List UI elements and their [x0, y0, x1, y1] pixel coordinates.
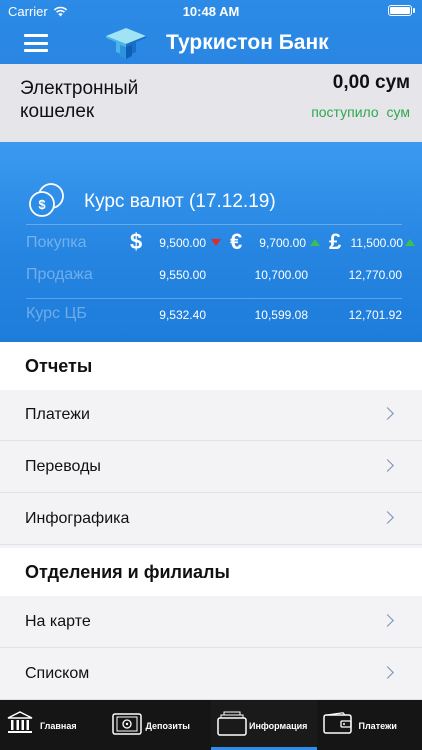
rate-eur-sell: 10,700.00 [254, 268, 308, 282]
coins-icon: $ [29, 183, 64, 217]
rate-usd-sell: 9,550.00 [159, 268, 206, 282]
wallet-label: Электронный кошелек [20, 78, 139, 122]
list-item-list[interactable]: Списком [0, 649, 422, 700]
wallet-amount: 0,00 сум [332, 72, 410, 93]
rate-eur-cb: 10,599.08 [254, 308, 308, 322]
status-time: 10:48 AM [182, 4, 240, 19]
tab-label: Платежи [358, 721, 397, 731]
rate-gbp-buy: 11,500.00 [350, 236, 404, 250]
hamburger-icon [24, 34, 48, 37]
section-title-reports: Отчеты [0, 342, 422, 390]
chevron-right-icon [381, 614, 394, 627]
rate-up-icon [405, 239, 415, 246]
list-item-label: Инфографика [25, 510, 130, 527]
list-item-label: Списком [25, 665, 90, 682]
rate-up-icon [310, 239, 320, 246]
tab-bar: Главная Депозиты Информация Платежи [0, 700, 422, 750]
rate-gbp-sell: 12,770.00 [348, 268, 402, 282]
menu-button[interactable] [24, 34, 48, 52]
list-item-infographics[interactable]: Инфографика [0, 494, 422, 545]
rates-divider [26, 298, 402, 299]
list-item-on-map[interactable]: На карте [0, 597, 422, 648]
list-item-label: Платежи [25, 406, 90, 423]
wallet-card[interactable]: Электронный кошелек 0,00 сум поступило с… [0, 64, 422, 142]
list-item-payments[interactable]: Платежи [0, 390, 422, 441]
rates-divider [26, 224, 402, 225]
rate-row-label: Продажа [26, 266, 93, 283]
rate-down-icon [211, 239, 221, 246]
app-title: Туркистон Банк [166, 31, 329, 54]
exchange-rates-panel: $ Курс валют (17.12.19) Покупка $ 9,500.… [0, 142, 422, 342]
rate-usd-buy: 9,500.00 [159, 236, 206, 250]
rate-usd-cb: 9,532.40 [159, 308, 206, 322]
chevron-right-icon [381, 407, 394, 420]
rate-row-label: Покупка [26, 234, 87, 251]
tab-home[interactable]: Главная [0, 700, 106, 750]
chevron-right-icon [381, 511, 394, 524]
tab-label: Депозиты [145, 721, 190, 731]
app-header: Carrier 10:48 AM Туркистон Банк [0, 0, 422, 64]
bank-logo [106, 28, 146, 59]
chevron-right-icon [381, 666, 394, 679]
folder-icon [217, 711, 247, 736]
list-item-label: Переводы [25, 458, 101, 475]
tab-payments[interactable]: Платежи [317, 700, 422, 750]
wallet-income: поступило сум [311, 104, 410, 120]
rates-title: Курс валют (17.12.19) [84, 191, 276, 212]
list-item-transfers[interactable]: Переводы [0, 442, 422, 493]
battery-icon [388, 5, 415, 16]
section-title-branches: Отделения и филиалы [0, 548, 422, 596]
wallet-icon [322, 712, 352, 734]
tab-label: Главная [40, 721, 77, 731]
tab-label: Информация [249, 721, 308, 731]
chevron-right-icon [381, 459, 394, 472]
rate-gbp-cb: 12,701.92 [348, 308, 402, 322]
rate-eur-buy: 9,700.00 [259, 236, 306, 250]
tab-deposits[interactable]: Депозиты [106, 700, 212, 750]
svg-text:$: $ [38, 197, 46, 212]
safe-icon [111, 713, 142, 735]
status-bar: Carrier 10:48 AM [0, 0, 422, 22]
rate-row-label: Курс ЦБ [26, 305, 87, 322]
bank-icon [7, 711, 33, 733]
list-item-label: На карте [25, 613, 91, 630]
tab-information[interactable]: Информация [211, 700, 317, 750]
